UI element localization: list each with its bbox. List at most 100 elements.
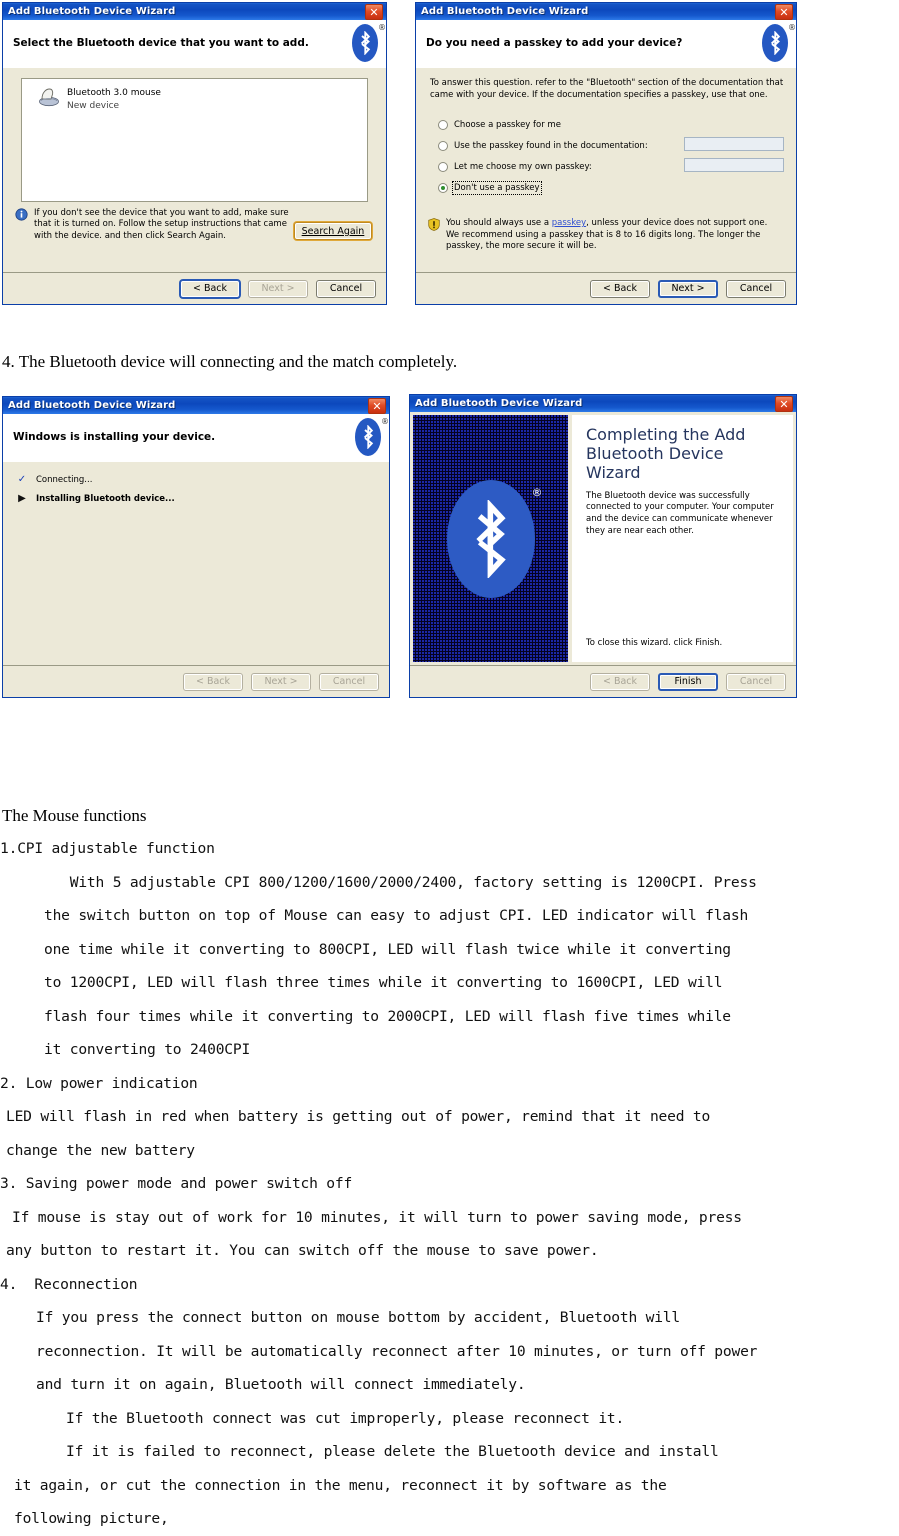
- item-number: 4.: [0, 1275, 18, 1293]
- radio-icon[interactable]: [438, 140, 448, 151]
- dialog-header: Windows is installing your device. ®: [3, 414, 389, 463]
- item-title: Low power indication: [17, 1074, 198, 1092]
- list-item[interactable]: Bluetooth 3.0 mouse New device: [38, 87, 161, 113]
- step-installing: ▶ Installing Bluetooth device...: [17, 489, 175, 508]
- window-title: Add Bluetooth Device Wizard: [421, 6, 589, 17]
- dialog-installing-device: Add Bluetooth Device Wizard ✕ Windows is…: [2, 396, 390, 698]
- warning-block: You should always use a passkey, unless …: [428, 218, 782, 253]
- cancel-button: Cancel: [726, 672, 786, 691]
- dialog-footer: < Back Next > Cancel: [3, 272, 386, 304]
- device-list[interactable]: Bluetooth 3.0 mouse New device: [21, 78, 368, 202]
- item-heading: 2. Low power indication: [0, 1067, 899, 1101]
- close-icon[interactable]: ✕: [368, 398, 386, 414]
- hint-block: If you don't see the device that you wan…: [15, 208, 376, 242]
- item-line: If you press the connect button on mouse…: [36, 1309, 680, 1326]
- passkey-link[interactable]: passkey: [552, 218, 586, 228]
- shield-warning-icon: [428, 218, 440, 231]
- wizard-splash-panel: ®: [413, 415, 568, 662]
- back-label: < Back: [195, 676, 231, 687]
- back-button: < Back: [590, 672, 650, 691]
- documentation-passkey-input[interactable]: [684, 137, 784, 151]
- back-label: < Back: [192, 283, 228, 294]
- cancel-button[interactable]: Cancel: [316, 279, 376, 298]
- radio-option-own-passkey[interactable]: Let me choose my own passkey:: [438, 156, 784, 177]
- close-icon[interactable]: ✕: [775, 396, 793, 412]
- back-label: < Back: [602, 283, 638, 294]
- cancel-button: Cancel: [319, 672, 379, 691]
- list-item: 3. Saving power mode and power switch of…: [0, 1167, 899, 1268]
- dialog-body: To answer this question. refer to the "B…: [416, 68, 796, 304]
- search-again-button[interactable]: Search Again: [294, 222, 372, 240]
- bluetooth-logo-icon: ®: [355, 417, 389, 456]
- title-bar: Add Bluetooth Device Wizard ✕: [416, 3, 796, 20]
- window-title: Add Bluetooth Device Wizard: [8, 6, 176, 17]
- hint-text: If you don't see the device that you wan…: [34, 208, 289, 241]
- radio-icon[interactable]: [438, 119, 448, 130]
- dialog-heading: Select the Bluetooth device that you wan…: [13, 37, 309, 50]
- dialog-heading: Do you need a passkey to add your device…: [426, 37, 683, 50]
- dialog-heading: Windows is installing your device.: [13, 431, 216, 444]
- item-line: With 5 adjustable CPI 800/1200/1600/2000…: [44, 873, 757, 891]
- item-line: and turn it on again, Bluetooth will con…: [36, 1376, 526, 1393]
- check-icon: ✓: [17, 474, 27, 485]
- cancel-button[interactable]: Cancel: [726, 279, 786, 298]
- install-steps: ✓ Connecting... ▶ Installing Bluetooth d…: [17, 470, 175, 508]
- next-button[interactable]: Next >: [658, 279, 718, 298]
- dialog-body: Bluetooth 3.0 mouse New device If you do…: [3, 68, 386, 304]
- step-label: Connecting...: [36, 474, 93, 485]
- document-body: The Mouse functions 1.CPI adjustable fun…: [0, 806, 899, 1536]
- close-icon[interactable]: ✕: [365, 4, 383, 20]
- dialog-heading: Completing the Add Bluetooth Device Wiza…: [586, 425, 746, 483]
- dialog-header: Select the Bluetooth device that you wan…: [3, 20, 386, 69]
- next-button: Next >: [248, 279, 308, 298]
- item-title: Saving power mode and power switch off: [17, 1175, 353, 1192]
- registered-mark: ®: [378, 23, 386, 32]
- item-line: to 1200CPI, LED will flash three times w…: [44, 974, 723, 991]
- own-passkey-input[interactable]: [684, 158, 784, 172]
- close-icon[interactable]: ✕: [775, 4, 793, 20]
- item-heading: 3. Saving power mode and power switch of…: [0, 1167, 899, 1201]
- info-icon: [15, 208, 28, 221]
- window-title: Add Bluetooth Device Wizard: [415, 398, 583, 409]
- item-line: If it is failed to reconnect, please del…: [66, 1443, 719, 1460]
- radio-label: Choose a passkey for me: [454, 119, 561, 130]
- bluetooth-logo-icon: ®: [352, 23, 386, 62]
- radio-option-no-passkey[interactable]: Don't use a passkey: [438, 177, 784, 198]
- dialog-footer: < Back Finish Cancel: [410, 665, 796, 697]
- next-label: Next >: [671, 283, 705, 294]
- search-again-label: Search Again: [301, 225, 365, 237]
- registered-mark: ®: [531, 485, 543, 499]
- radio-label: Let me choose my own passkey:: [454, 161, 592, 172]
- intro-text: To answer this question. refer to the "B…: [430, 78, 784, 100]
- item-number: 3.: [0, 1175, 18, 1192]
- dialog-header: Do you need a passkey to add your device…: [416, 20, 796, 69]
- window-title: Add Bluetooth Device Wizard: [8, 400, 176, 411]
- item-line: one time while it converting to 800CPI, …: [44, 940, 731, 958]
- radio-option-use-documentation-passkey[interactable]: Use the passkey found in the documentati…: [438, 135, 784, 156]
- item-line: If mouse is stay out of work for 10 minu…: [12, 1208, 742, 1226]
- radio-icon[interactable]: [438, 182, 448, 193]
- radio-icon[interactable]: [438, 161, 448, 172]
- back-button[interactable]: < Back: [180, 279, 240, 298]
- item-line: If the Bluetooth connect was cut imprope…: [66, 1409, 625, 1427]
- next-label: Next >: [261, 283, 295, 294]
- wizard-finish-panel: Completing the Add Bluetooth Device Wiza…: [572, 415, 793, 662]
- radio-option-choose-for-me[interactable]: Choose a passkey for me: [438, 114, 784, 135]
- warning-pre: You should always use a: [446, 218, 552, 228]
- caption-step-4: 4. The Bluetooth device will connecting …: [2, 352, 458, 371]
- bluetooth-logo-icon: ®: [446, 479, 543, 598]
- item-title: Reconnection: [17, 1275, 138, 1293]
- dialog-footer: < Back Next > Cancel: [416, 272, 796, 304]
- item-line: flash four times while it converting to …: [44, 1007, 731, 1025]
- dialog-body: ® Completing the Add Bluetooth Device Wi…: [410, 412, 796, 697]
- registered-mark: ®: [381, 417, 389, 426]
- item-line: LED will flash in red when battery is ge…: [6, 1108, 711, 1125]
- back-button[interactable]: < Back: [590, 279, 650, 298]
- item-line: the switch button on top of Mouse can ea…: [44, 907, 749, 924]
- dialog-body-text: The Bluetooth device was successfully co…: [586, 490, 774, 537]
- item-heading: 4. Reconnection: [0, 1268, 899, 1302]
- item-line: it again, or cut the connection in the m…: [14, 1476, 667, 1494]
- passkey-options: Choose a passkey for me Use the passkey …: [438, 114, 784, 198]
- finish-button[interactable]: Finish: [658, 672, 718, 691]
- radio-label: Don't use a passkey: [452, 180, 542, 195]
